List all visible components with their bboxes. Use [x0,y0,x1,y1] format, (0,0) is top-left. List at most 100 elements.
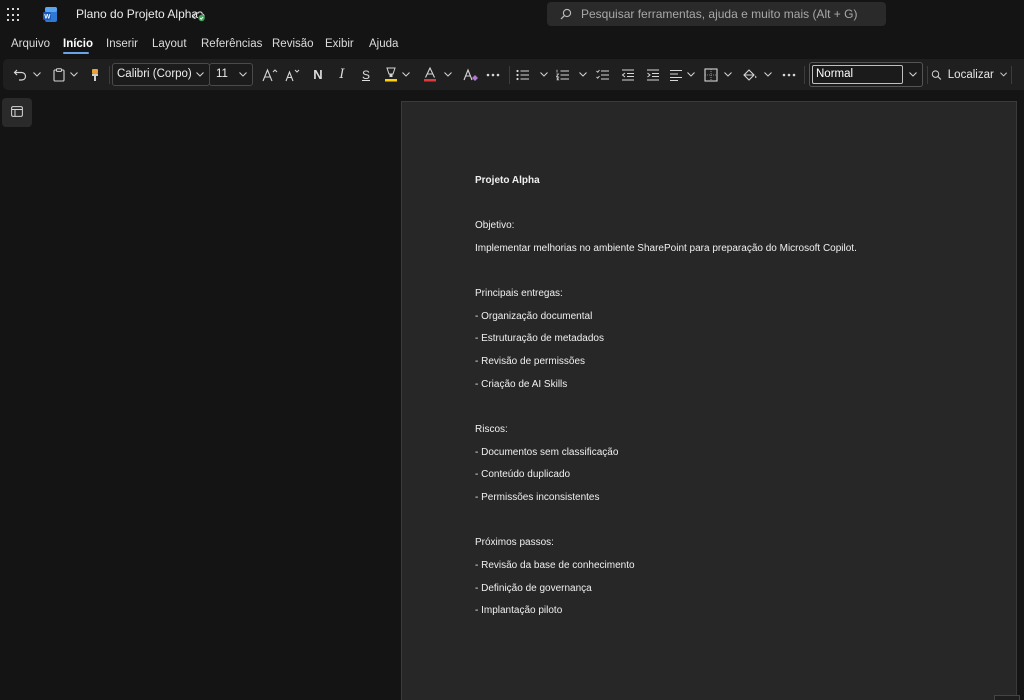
chevron-down-icon [239,72,247,77]
document-paragraph[interactable]: - Definição de governança [475,582,995,605]
borders-dropdown[interactable] [723,59,733,90]
empty-paragraph[interactable] [475,514,995,537]
document-paragraph[interactable]: - Estruturação de metadados [475,332,995,355]
paint-bucket-icon [742,68,756,81]
divider [804,66,805,84]
clear-formatting-button[interactable] [462,59,480,90]
document-paragraph[interactable]: Objetivo: [475,219,995,242]
document-paragraph[interactable]: - Revisão da base de conhecimento [475,559,995,582]
menu-ajuda[interactable]: Ajuda [369,38,398,50]
menu-inicio[interactable]: Início [63,38,93,50]
document-paragraph[interactable]: - Conteúdo duplicado [475,468,995,491]
document-paragraph[interactable]: Implementar melhorias no ambiente ShareP… [475,242,995,265]
undo-dropdown[interactable] [32,59,42,90]
grow-font-button[interactable] [261,59,279,90]
font-name-value: Calibri (Corpo) [117,68,192,80]
bold-button[interactable]: N [310,59,326,90]
chevron-down-icon [196,72,204,77]
shrink-font-button[interactable] [284,59,302,90]
chevron-down-icon [764,72,772,77]
menu-revisao[interactable]: Revisão [272,38,314,50]
font-color-dropdown[interactable] [443,59,453,90]
align-left-icon [670,69,682,81]
document-page[interactable]: Projeto Alpha Objetivo: Implementar melhor… [401,101,1017,700]
highlight-dropdown[interactable] [401,59,411,90]
divider [109,66,110,84]
document-paragraph[interactable]: Principais entregas: [475,287,995,310]
title-bar: W Plano do Projeto Alpha Pesquisar ferra… [0,0,1024,30]
panel-icon [11,106,23,117]
shading-dropdown[interactable] [763,59,773,90]
chevron-down-icon [402,72,410,77]
checklist-button[interactable] [595,59,611,90]
chevron-down-icon [444,72,452,77]
empty-paragraph[interactable] [475,400,995,423]
word-logo-icon: W [43,7,57,22]
numbering-dropdown[interactable] [578,59,588,90]
search-box[interactable]: Pesquisar ferramentas, ajuda e muito mai… [547,2,886,26]
decrease-indent-button[interactable] [620,59,636,90]
italic-button[interactable]: I [334,59,350,90]
borders-button[interactable] [703,59,719,90]
numbered-list-icon [556,69,569,80]
align-dropdown[interactable] [686,59,696,90]
font-color-button[interactable] [422,59,438,90]
document-paragraph[interactable]: - Criação de AI Skills [475,378,995,401]
menu-exibir[interactable]: Exibir [325,38,354,50]
style-select[interactable]: Normal [809,62,923,87]
app-launcher-icon[interactable] [7,8,21,22]
scrollbar-thumb[interactable] [994,695,1020,700]
navigation-pane-button[interactable] [2,98,32,127]
document-title[interactable]: Plano do Projeto Alpha [76,7,198,21]
ribbon-toolbar: Calibri (Corpo) 11 N I S Normal Localiza… [3,59,1024,90]
more-paragraph-options-button[interactable] [780,59,798,90]
shading-button[interactable] [740,59,758,90]
increase-indent-icon [647,68,659,81]
numbering-button[interactable] [555,59,571,90]
document-paragraph[interactable]: - Permissões inconsistentes [475,491,995,514]
more-font-options-button[interactable] [484,59,502,90]
clear-formatting-icon [463,68,478,81]
find-button[interactable]: Localizar [931,59,1007,90]
divider [1011,66,1012,84]
increase-indent-button[interactable] [645,59,661,90]
menu-inserir[interactable]: Inserir [106,38,138,50]
menu-layout[interactable]: Layout [152,38,187,50]
bullet-list-icon [516,69,529,80]
document-paragraph[interactable]: Próximos passos: [475,536,995,559]
paste-dropdown[interactable] [69,59,79,90]
paste-button[interactable] [51,59,67,90]
menu-bar: Arquivo Início Inserir Layout Referência… [0,30,1024,58]
highlight-button[interactable] [383,59,399,90]
empty-paragraph[interactable] [475,197,995,220]
font-size-select[interactable]: 11 [209,63,253,86]
font-name-select[interactable]: Calibri (Corpo) [112,63,210,86]
chevron-down-icon [33,72,41,77]
document-paragraph[interactable]: Riscos: [475,423,995,446]
chevron-down-icon [579,72,587,77]
chevron-down-icon [724,72,732,77]
menu-referencias[interactable]: Referências [201,38,262,50]
bullets-dropdown[interactable] [539,59,549,90]
menu-arquivo[interactable]: Arquivo [11,38,50,50]
chevron-down-icon [540,72,548,77]
grow-font-icon [262,68,278,81]
document-paragraph[interactable]: - Implantação piloto [475,604,995,627]
document-paragraph[interactable]: - Documentos sem classificação [475,446,995,469]
borders-icon [704,67,718,82]
document-paragraph[interactable]: - Revisão de permissões [475,355,995,378]
style-value: Normal [812,65,903,84]
checklist-icon [596,69,609,80]
align-button[interactable] [668,59,684,90]
undo-button[interactable] [11,59,29,90]
bullets-button[interactable] [515,59,531,90]
document-paragraph[interactable]: Projeto Alpha [475,174,995,197]
clipboard-icon [53,67,65,82]
cloud-saved-icon[interactable] [192,8,206,22]
empty-paragraph[interactable] [475,265,995,288]
format-painter-button[interactable] [87,59,103,90]
document-paragraph[interactable]: - Organização documental [475,310,995,333]
document-body[interactable]: Projeto Alpha Objetivo: Implementar melhor… [475,174,995,627]
underline-button[interactable]: S [358,59,374,90]
font-color-icon [424,67,436,82]
